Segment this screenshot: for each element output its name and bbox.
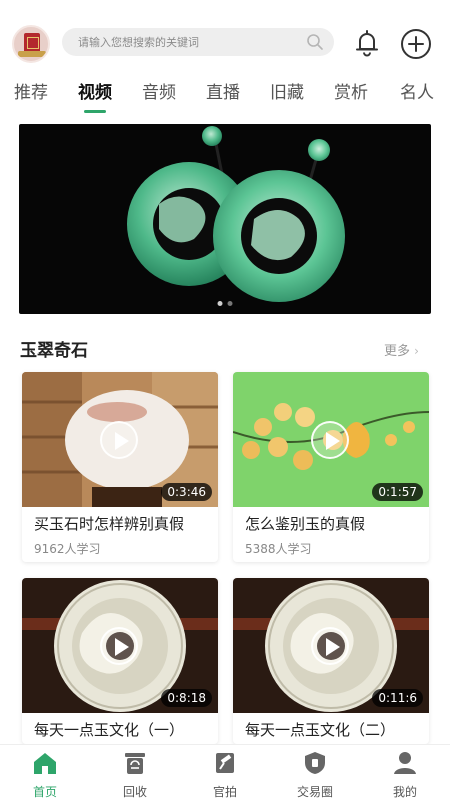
profile-icon — [394, 752, 416, 774]
video-thumbnail[interactable]: 0:8:18 — [22, 578, 218, 713]
video-card[interactable]: 0:8:18 每天一点玉文化（一） — [22, 578, 218, 744]
learner-count: 9162人学习 — [34, 542, 101, 556]
more-link[interactable]: 更多 › — [384, 340, 419, 359]
app-logo-avatar[interactable] — [12, 25, 50, 63]
play-button-icon[interactable] — [100, 421, 138, 459]
tab-audio[interactable]: 音频 — [142, 78, 176, 103]
video-duration: 0:8:18 — [161, 689, 212, 707]
nav-home[interactable]: 首页 — [15, 751, 75, 800]
recycle-icon — [125, 753, 145, 774]
bell-icon[interactable] — [352, 28, 382, 58]
video-duration: 0:3:46 — [161, 483, 212, 501]
tab-video[interactable]: 视频 — [78, 78, 112, 103]
nav-label: 回收 — [122, 785, 147, 799]
category-tabs: 推荐 视频 音频 直播 旧藏 赏析 名人 — [0, 76, 450, 116]
video-card[interactable]: 0:1:57 怎么鉴别玉的真假 5388人学习 — [233, 372, 429, 562]
nav-label: 官拍 — [212, 785, 237, 799]
video-thumbnail[interactable]: 0:3:46 — [22, 372, 218, 507]
video-title: 每天一点玉文化（一） — [34, 721, 185, 739]
carousel-dots — [217, 301, 233, 306]
tab-appreciation[interactable]: 赏析 — [334, 78, 368, 103]
carousel-dot-active[interactable] — [217, 301, 223, 306]
active-tab-indicator — [84, 110, 106, 113]
tab-recommend[interactable]: 推荐 — [14, 78, 48, 103]
banner-carousel[interactable] — [19, 124, 431, 314]
search-placeholder: 请输入您想搜索的关键词 — [78, 36, 199, 49]
auction-gavel-icon — [216, 753, 234, 773]
home-icon — [34, 753, 56, 774]
search-icon[interactable] — [306, 33, 324, 51]
tab-celebrity[interactable]: 名人 — [400, 78, 434, 103]
video-thumbnail[interactable]: 0:1:57 — [233, 372, 429, 507]
search-input[interactable]: 请输入您想搜索的关键词 — [62, 28, 334, 56]
logo-base-shape — [18, 51, 46, 57]
nav-profile[interactable]: 我的 — [375, 751, 435, 800]
carousel-dot[interactable] — [227, 301, 233, 306]
video-duration: 0:1:57 — [372, 483, 423, 501]
section-title: 玉翠奇石 — [20, 341, 88, 361]
video-thumbnail[interactable]: 0:11:6 — [233, 578, 429, 713]
banner-jade-pendants-image — [127, 126, 345, 302]
play-button-icon[interactable] — [311, 421, 349, 459]
top-bar: 请输入您想搜索的关键词 — [0, 0, 450, 80]
play-button-icon[interactable] — [100, 627, 138, 665]
trade-shield-icon — [305, 752, 325, 774]
tab-old-collection[interactable]: 旧藏 — [270, 78, 304, 103]
nav-label: 我的 — [392, 785, 417, 799]
video-title: 怎么鉴别玉的真假 — [245, 515, 366, 533]
bottom-navigation: 首页 回收 官拍 交易圈 我的 — [0, 744, 450, 800]
nav-label: 首页 — [32, 785, 57, 799]
chevron-right-icon: › — [414, 344, 419, 358]
nav-trade[interactable]: 交易圈 — [285, 751, 345, 800]
video-card[interactable]: 0:3:46 买玉石时怎样辨别真假 9162人学习 — [22, 372, 218, 562]
video-duration: 0:11:6 — [372, 689, 423, 707]
learner-count: 5388人学习 — [245, 542, 312, 556]
add-plus-icon[interactable] — [400, 28, 432, 60]
video-title: 买玉石时怎样辨别真假 — [34, 515, 185, 533]
video-card[interactable]: 0:11:6 每天一点玉文化（二） — [233, 578, 429, 744]
tab-live[interactable]: 直播 — [206, 78, 240, 103]
nav-recycle[interactable]: 回收 — [105, 751, 165, 800]
nav-label: 交易圈 — [296, 785, 333, 799]
nav-auction[interactable]: 官拍 — [195, 751, 255, 800]
play-button-icon[interactable] — [311, 627, 349, 665]
video-title: 每天一点玉文化（二） — [245, 721, 396, 739]
more-label: 更多 — [384, 344, 411, 359]
